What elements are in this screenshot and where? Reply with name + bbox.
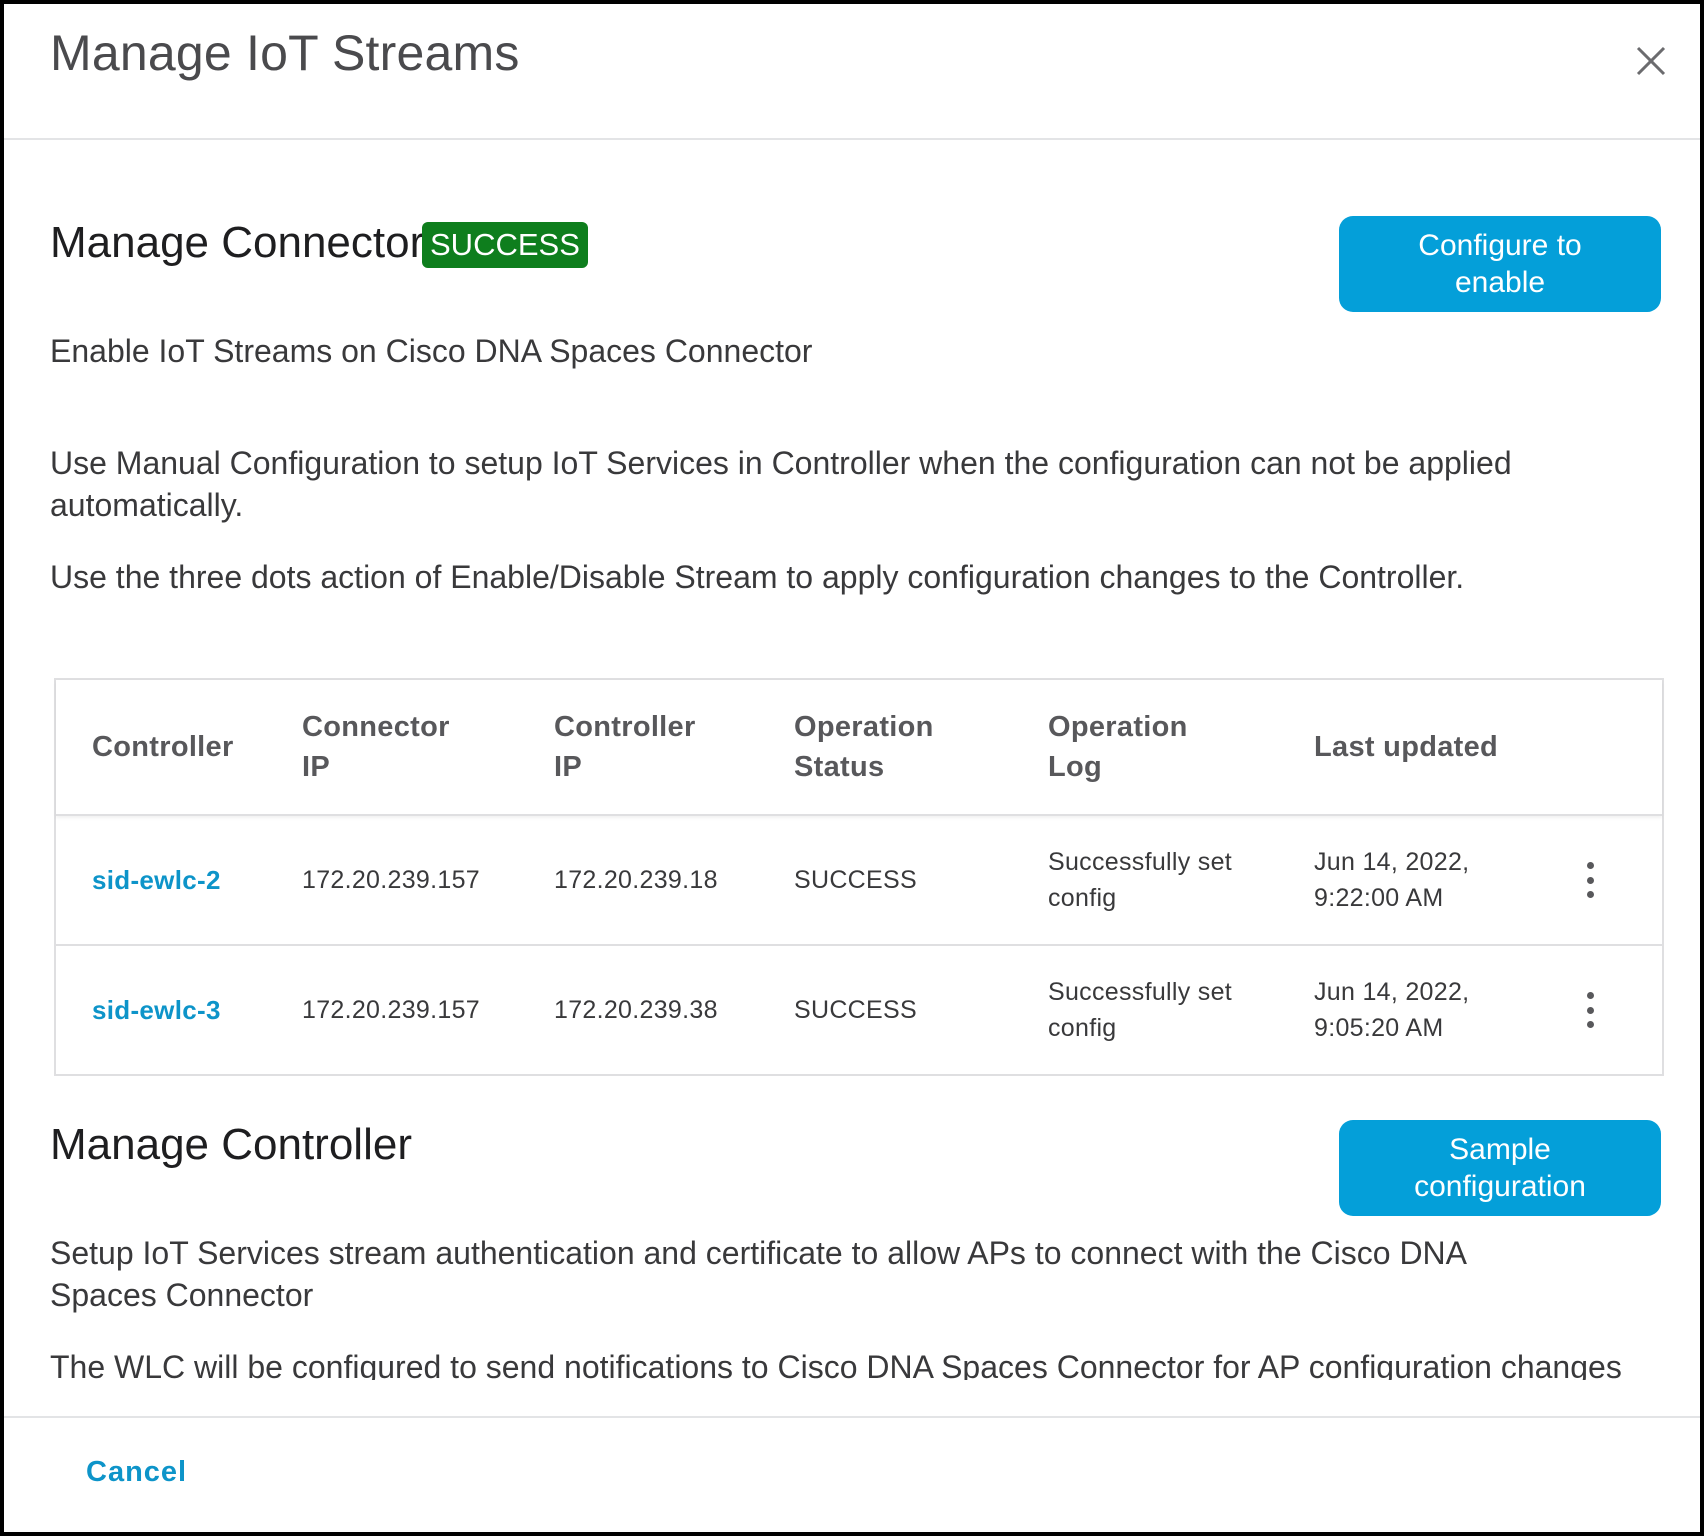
cancel-button[interactable]: Cancel — [86, 1456, 187, 1489]
table-row: sid-ewlc-3 172.20.239.157 172.20.239.38 … — [56, 946, 1662, 1074]
setup-note: Setup IoT Services stream authentication… — [50, 1235, 1466, 1313]
configure-button-label: Configure to enable — [1418, 229, 1582, 299]
modal-title: Manage IoT Streams — [50, 25, 520, 81]
wlc-note: The WLC will be configured to send notif… — [50, 1349, 1622, 1380]
status-badge: SUCCESS — [422, 222, 588, 268]
controller-ip-cell: 172.20.239.18 — [554, 866, 718, 894]
controller-link[interactable]: sid-ewlc-3 — [92, 946, 221, 1074]
column-header-connector-ip[interactable]: Connector IP — [302, 680, 452, 814]
table-row: sid-ewlc-2 172.20.239.157 172.20.239.18 … — [56, 816, 1662, 946]
column-header-operation-status[interactable]: Operation Status — [794, 680, 944, 814]
operation-log-cell: Successfully set config — [1048, 848, 1233, 912]
modal-footer: Cancel — [4, 1416, 1700, 1532]
table-header: Controller Connector IP Controller IP Op… — [56, 680, 1662, 816]
configure-to-enable-button[interactable]: Configure to enable — [1339, 216, 1661, 312]
column-header-controller-ip[interactable]: Controller IP — [554, 680, 704, 814]
more-vertical-icon[interactable] — [1580, 992, 1600, 1028]
manual-configuration-note: Use Manual Configuration to setup IoT Se… — [50, 445, 1512, 523]
operation-status-cell: SUCCESS — [794, 996, 917, 1024]
sample-button-label: Sample configuration — [1414, 1133, 1586, 1203]
controllers-table: Controller Connector IP Controller IP Op… — [54, 678, 1664, 1076]
column-header-last-updated[interactable]: Last updated — [1314, 680, 1498, 814]
connector-description: Enable IoT Streams on Cisco DNA Spaces C… — [50, 333, 813, 369]
modal-body[interactable]: Manage Connector SUCCESS Configure to en… — [4, 140, 1700, 1380]
last-updated-cell: Jun 14, 2022, 9:05:20 AM — [1314, 978, 1470, 1042]
connector-ip-cell: 172.20.239.157 — [302, 866, 480, 894]
close-icon — [1636, 46, 1666, 76]
controller-ip-cell: 172.20.239.38 — [554, 996, 718, 1024]
manage-connector-title: Manage Connector — [50, 218, 425, 267]
connector-ip-cell: 172.20.239.157 — [302, 996, 480, 1024]
modal-header: Manage IoT Streams — [4, 4, 1700, 140]
column-header-controller[interactable]: Controller — [92, 680, 234, 814]
operation-log-cell: Successfully set config — [1048, 978, 1233, 1042]
three-dots-note: Use the three dots action of Enable/Disa… — [50, 559, 1465, 595]
sample-configuration-button[interactable]: Sample configuration — [1339, 1120, 1661, 1216]
manage-controller-title: Manage Controller — [50, 1120, 412, 1169]
manage-iot-streams-modal: Manage IoT Streams Manage Connector SUCC… — [0, 0, 1704, 1536]
last-updated-cell: Jun 14, 2022, 9:22:00 AM — [1314, 848, 1470, 912]
controller-link[interactable]: sid-ewlc-2 — [92, 816, 221, 944]
column-header-operation-log[interactable]: Operation Log — [1048, 680, 1198, 814]
operation-status-cell: SUCCESS — [794, 866, 917, 894]
more-vertical-icon[interactable] — [1580, 862, 1600, 898]
close-button[interactable] — [1630, 40, 1672, 82]
